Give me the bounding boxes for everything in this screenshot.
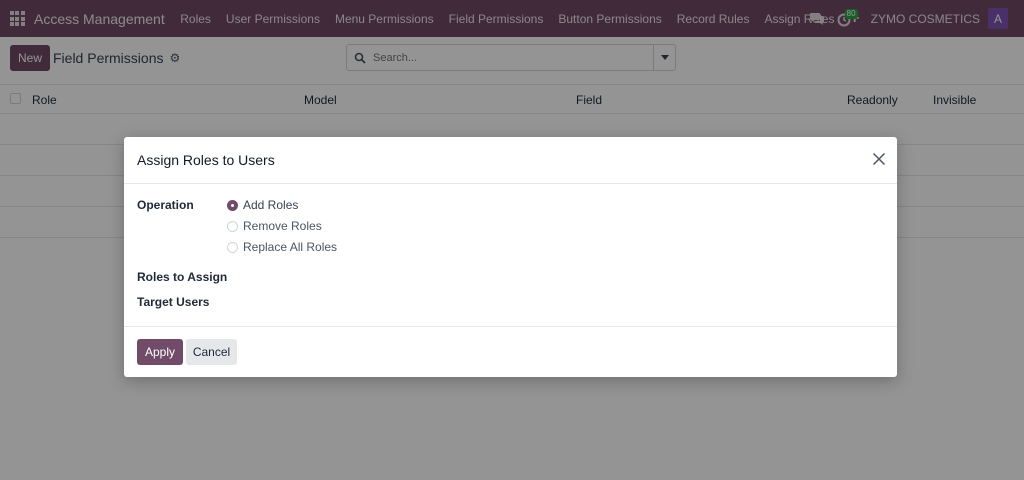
radio-button-checked[interactable]	[227, 199, 238, 211]
operation-label: Operation	[137, 198, 194, 212]
radio-label: Replace All Roles	[243, 240, 338, 254]
radio-button[interactable]	[227, 241, 238, 253]
dialog-footer: Apply Cancel	[124, 326, 897, 377]
radio-label: Remove Roles	[243, 219, 322, 233]
close-icon[interactable]	[872, 152, 886, 166]
dialog-header: Assign Roles to Users	[124, 137, 897, 184]
dialog-title: Assign Roles to Users	[137, 152, 275, 168]
roles-to-assign-label: Roles to Assign	[137, 270, 228, 284]
modal-backdrop[interactable]: Assign Roles to Users Operation Add Role…	[0, 0, 1024, 480]
radio-add-roles[interactable]: Add Roles	[227, 198, 298, 212]
cancel-button[interactable]: Cancel	[186, 339, 237, 365]
assign-roles-dialog: Assign Roles to Users Operation Add Role…	[124, 137, 897, 377]
target-users-label: Target Users	[137, 295, 210, 309]
dialog-body: Operation Add Roles Remove Roles Replace…	[124, 184, 897, 326]
radio-label: Add Roles	[243, 198, 299, 212]
apply-button[interactable]: Apply	[137, 339, 183, 365]
radio-replace-all-roles[interactable]: Replace All Roles	[227, 240, 337, 254]
radio-button[interactable]	[227, 220, 238, 232]
radio-remove-roles[interactable]: Remove Roles	[227, 219, 322, 233]
